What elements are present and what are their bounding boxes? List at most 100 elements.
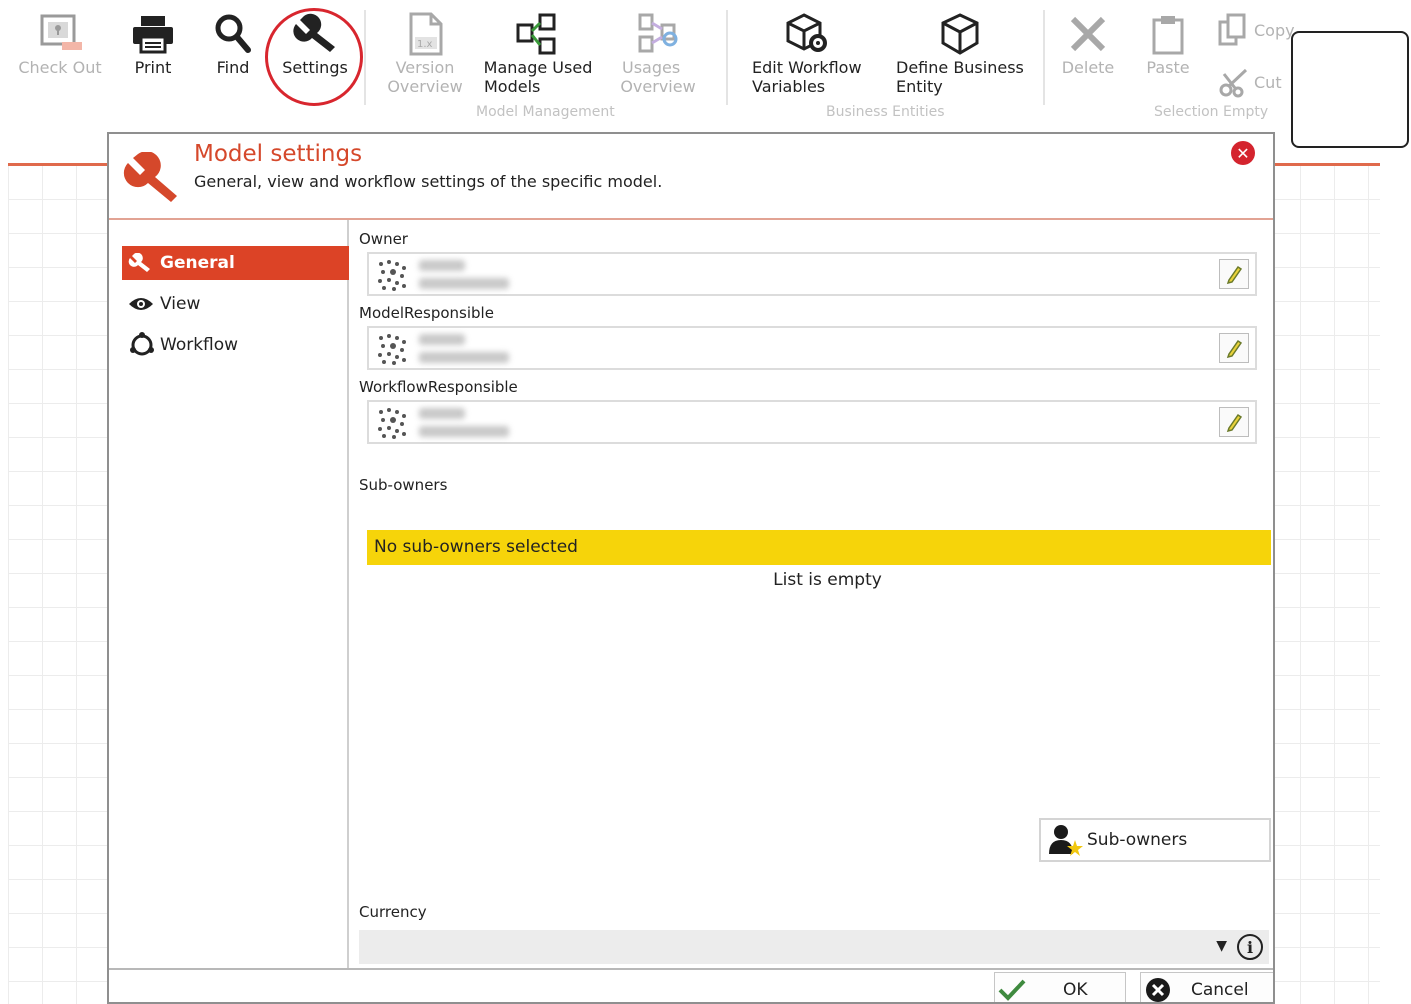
- currency-select[interactable]: ▼ i: [359, 930, 1269, 964]
- delete-x-icon: [1056, 10, 1120, 58]
- settings-highlight-circle: [265, 8, 363, 106]
- model-settings-dialog: Model settings General, view and workflo…: [107, 132, 1275, 1004]
- delete-label: Delete: [1061, 58, 1115, 77]
- nav-item-workflow[interactable]: Workflow: [122, 328, 349, 362]
- manage-used-models-label-line1: Manage Used: [483, 58, 593, 77]
- sub-owners-label: Sub-owners: [359, 476, 448, 494]
- usages-overview-label-line1: Usages: [622, 58, 681, 77]
- ribbon-toolbar: Check Out Print Find Settings 1.x Versio…: [0, 0, 1411, 148]
- annotation-box: [1291, 31, 1409, 148]
- settings-nav: General View Workflow: [109, 220, 349, 970]
- check-out-label: Check Out: [18, 58, 102, 77]
- paste-button[interactable]: Paste: [1138, 10, 1198, 77]
- dialog-title: Model settings: [194, 141, 363, 167]
- manage-used-models-label-line2: Models: [484, 77, 541, 96]
- nav-item-general[interactable]: General: [122, 246, 349, 280]
- nav-item-label: View: [160, 294, 201, 314]
- model-responsible-avatar: [378, 334, 406, 365]
- cancel-circle-icon: [1146, 978, 1170, 1002]
- nav-item-label: Workflow: [160, 335, 239, 355]
- scissors-icon: [1219, 68, 1248, 98]
- no-sub-owners-banner: No sub-owners selected: [367, 530, 1271, 565]
- pencil-icon: [1226, 339, 1243, 358]
- version-overview-label-line2: Overview: [387, 77, 463, 96]
- sub-owners-button[interactable]: Sub-owners: [1039, 818, 1271, 862]
- nav-item-view[interactable]: View: [122, 287, 349, 321]
- find-label: Find: [216, 58, 250, 77]
- edit-workflow-variables-button[interactable]: Edit Workflow Variables: [746, 10, 870, 96]
- ok-label: OK: [1063, 980, 1088, 1000]
- dialog-header: Model settings General, view and workflo…: [109, 134, 1273, 220]
- list-empty-text: List is empty: [773, 570, 882, 590]
- nav-item-label: General: [160, 253, 235, 273]
- cube-gear-icon: [746, 10, 870, 58]
- ribbon-separator: [1043, 10, 1045, 105]
- person-star-icon: [1049, 825, 1083, 856]
- define-business-entity-label-line2: Entity: [896, 77, 943, 96]
- model-responsible-surname-redacted: [419, 352, 509, 363]
- usages-icon: [612, 10, 704, 58]
- printer-icon: [120, 10, 186, 58]
- model-responsible-name-redacted: [419, 334, 465, 345]
- owner-name-redacted: [419, 260, 465, 271]
- usages-overview-label-line2: Overview: [620, 77, 696, 96]
- check-out-icon: [14, 10, 106, 58]
- cut-label: Cut: [1254, 72, 1282, 92]
- owner-avatar: [378, 260, 406, 291]
- print-button[interactable]: Print: [120, 10, 186, 77]
- info-icon[interactable]: i: [1237, 934, 1263, 960]
- version-overview-button[interactable]: 1.x Version Overview: [380, 10, 470, 96]
- workflow-responsible-surname-redacted: [419, 426, 509, 437]
- edit-workflow-variables-label-line1: Edit Workflow: [752, 58, 862, 77]
- workflow-responsible-field[interactable]: [367, 400, 1257, 444]
- paste-label: Paste: [1146, 58, 1190, 77]
- ok-button[interactable]: OK: [994, 972, 1126, 1002]
- version-overview-label-line1: Version: [395, 58, 455, 77]
- model-responsible-label: ModelResponsible: [359, 304, 494, 322]
- model-responsible-edit-button[interactable]: [1219, 333, 1249, 363]
- pencil-icon: [1226, 265, 1243, 284]
- info-symbol: i: [1246, 937, 1254, 957]
- magnifier-icon: [202, 10, 264, 58]
- cut-button[interactable]: Cut: [1218, 64, 1294, 100]
- define-business-entity-button[interactable]: Define Business Entity: [890, 10, 1030, 96]
- eye-icon: [128, 295, 160, 313]
- copy-icon: [1218, 13, 1246, 46]
- dialog-footer: OK Cancel: [109, 968, 1273, 1002]
- find-button[interactable]: Find: [202, 10, 264, 77]
- version-document-icon: 1.x: [380, 10, 470, 58]
- check-out-button[interactable]: Check Out: [14, 10, 106, 77]
- sub-owners-button-label: Sub-owners: [1087, 830, 1188, 850]
- pencil-icon: [1226, 413, 1243, 432]
- print-label: Print: [134, 58, 172, 77]
- clipboard-icon: [1138, 10, 1198, 58]
- owner-surname-redacted: [419, 278, 509, 289]
- workflow-responsible-avatar: [378, 408, 406, 439]
- delete-button[interactable]: Delete: [1056, 10, 1120, 77]
- model-responsible-field[interactable]: [367, 326, 1257, 370]
- ribbon-separator: [364, 10, 366, 105]
- manage-used-models-button[interactable]: Manage Used Models: [480, 10, 596, 96]
- close-symbol: ✕: [1236, 143, 1250, 163]
- define-business-entity-label-line1: Define Business: [896, 58, 1024, 77]
- owner-field[interactable]: [367, 252, 1257, 296]
- usages-overview-button[interactable]: Usages Overview: [612, 10, 704, 96]
- chevron-down-icon[interactable]: ▼: [1216, 938, 1227, 954]
- general-settings-panel: Owner ModelResponsible WorkflowResponsib…: [349, 220, 1273, 970]
- wrench-icon: [123, 152, 177, 202]
- workflow-responsible-edit-button[interactable]: [1219, 407, 1249, 437]
- group-label-model-management: Model Management: [476, 104, 615, 120]
- owner-label: Owner: [359, 230, 408, 248]
- edit-workflow-variables-label-line2: Variables: [752, 77, 826, 96]
- workflow-responsible-name-redacted: [419, 408, 465, 419]
- cancel-button[interactable]: Cancel: [1140, 972, 1273, 1002]
- owner-edit-button[interactable]: [1219, 259, 1249, 289]
- ribbon-separator: [726, 10, 728, 105]
- group-label-selection-empty: Selection Empty: [1154, 104, 1269, 120]
- workflow-icon: [128, 331, 160, 359]
- checkmark-icon: [998, 979, 1026, 1001]
- cancel-label: Cancel: [1191, 980, 1249, 1000]
- currency-label: Currency: [359, 903, 427, 921]
- copy-button[interactable]: Copy: [1216, 12, 1296, 48]
- close-icon[interactable]: ✕: [1231, 141, 1255, 165]
